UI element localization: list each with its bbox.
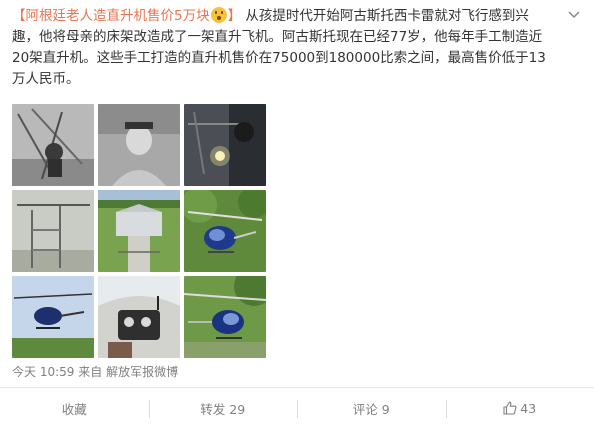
thumbs-up-icon <box>503 401 517 415</box>
comment-label: 评论 9 <box>352 401 390 417</box>
favorite-button[interactable]: 收藏 <box>0 388 149 428</box>
post-body-line1: 从孩提时代开始阿古斯托西卡雷就对飞行感到兴 <box>245 8 529 24</box>
post-meta: 今天 10:59 来自 解放军报微博 <box>12 363 178 380</box>
image-thumbnail-2[interactable] <box>98 104 180 186</box>
comment-button[interactable]: 评论 9 <box>297 388 446 428</box>
source-prefix: 来自 <box>78 365 103 379</box>
post-body-line4: 万人民币。 <box>12 71 80 87</box>
favorite-label: 收藏 <box>61 401 87 417</box>
image-thumbnail-4[interactable] <box>12 190 94 272</box>
source-link[interactable]: 解放军报微博 <box>106 365 178 379</box>
weibo-post-card: 【阿根廷老人造直升机售价5万块 】 从孩提时代开始阿古斯托西卡雷就对飞行感到兴 趣… <box>0 0 594 428</box>
post-time[interactable]: 今天 10:59 <box>12 365 74 379</box>
post-body-line3: 20架直升机。这些手工打造的直升机售价在75000到180000比索之间，最高售… <box>12 50 546 66</box>
surprised-emoji-icon <box>210 7 227 23</box>
post-title[interactable]: 【阿根廷老人造直升机售价5万块 <box>12 8 210 24</box>
image-thumbnail-5[interactable] <box>98 190 180 272</box>
post-text: 【阿根廷老人造直升机售价5万块 】 从孩提时代开始阿古斯托西卡雷就对飞行感到兴 趣… <box>12 6 567 90</box>
image-thumbnail-3[interactable] <box>184 104 266 186</box>
action-bar: 收藏 转发 29 评论 9 43 <box>0 388 594 428</box>
like-count: 43 <box>520 400 537 416</box>
like-button[interactable]: 43 <box>445 388 594 428</box>
post-body-line2: 趣，他将母亲的床架改造成了一架直升飞机。阿古斯托现在已经77岁，他每年手工制造近 <box>12 29 543 45</box>
post-title-end: 】 <box>227 8 242 24</box>
image-thumbnail-7[interactable] <box>12 276 94 358</box>
chevron-down-icon[interactable] <box>566 6 582 22</box>
repost-button[interactable]: 转发 29 <box>148 388 298 428</box>
image-thumbnail-1[interactable] <box>12 104 94 186</box>
image-thumbnail-9[interactable] <box>184 276 266 358</box>
repost-label: 转发 29 <box>200 401 246 417</box>
image-thumbnail-6[interactable] <box>184 190 266 272</box>
image-thumbnail-8[interactable] <box>98 276 180 358</box>
